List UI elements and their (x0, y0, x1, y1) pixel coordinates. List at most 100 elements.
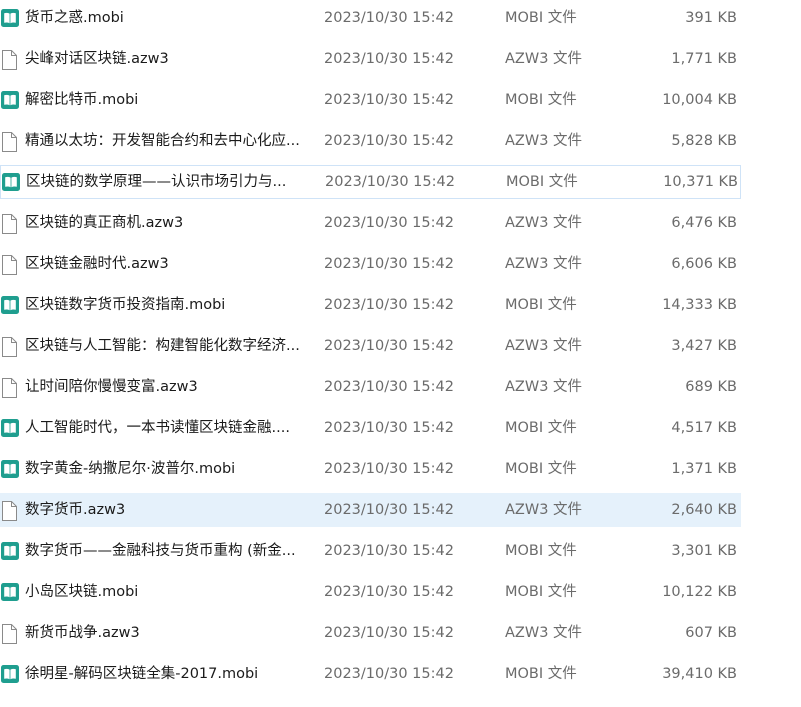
mobi-book-icon (1, 583, 19, 603)
file-name: 精通以太坊：开发智能合约和去中心化应... (25, 133, 300, 149)
file-row[interactable]: 让时间陪你慢慢变富.azw3 2023/10/30 15:42 AZW3 文件 689… (0, 370, 741, 404)
file-row[interactable]: 数字黄金-纳撒尼尔·波普尔.mobi 2023/10/30 15:42 MOBI 文… (0, 452, 741, 486)
file-type: MOBI 文件 (505, 666, 577, 682)
file-size: 10,122 KB (662, 584, 737, 600)
file-size: 6,476 KB (671, 215, 737, 231)
blank-file-icon (1, 501, 19, 521)
file-name: 数字货币——金融科技与货币重构 (新金... (25, 543, 296, 559)
file-size: 14,333 KB (662, 297, 737, 313)
modified-date: 2023/10/30 15:42 (325, 174, 455, 190)
file-size: 689 KB (685, 379, 737, 395)
modified-date: 2023/10/30 15:42 (324, 92, 454, 108)
mobi-book-icon (2, 173, 20, 193)
file-name: 解密比特币.mobi (25, 92, 139, 108)
file-type: MOBI 文件 (505, 461, 577, 477)
file-size: 3,301 KB (671, 543, 737, 559)
blank-file-icon (1, 132, 19, 152)
file-row[interactable]: 人工智能时代，一本书读懂区块链金融.... 2023/10/30 15:42 MOB… (0, 411, 741, 445)
file-row[interactable]: 货币之惑.mobi 2023/10/30 15:42 MOBI 文件 391 KB (0, 1, 741, 35)
file-row[interactable]: 精通以太坊：开发智能合约和去中心化应... 2023/10/30 15:42 AZW… (0, 124, 741, 158)
file-row[interactable]: 区块链与人工智能：构建智能化数字经济... 2023/10/30 15:42 AZW… (0, 329, 741, 363)
file-name: 区块链的真正商机.azw3 (25, 215, 184, 231)
file-row[interactable]: 区块链的真正商机.azw3 2023/10/30 15:42 AZW3 文件 6,47… (0, 206, 741, 240)
file-size: 10,004 KB (662, 92, 737, 108)
file-name: 区块链金融时代.azw3 (25, 256, 169, 272)
file-name: 徐明星-解码区块链全集-2017.mobi (25, 666, 259, 682)
file-type: AZW3 文件 (505, 133, 583, 149)
file-type: AZW3 文件 (505, 215, 583, 231)
file-type: AZW3 文件 (505, 51, 583, 67)
blank-file-icon (1, 337, 19, 357)
file-row[interactable]: 新货币战争.azw3 2023/10/30 15:42 AZW3 文件 607 KB (0, 616, 741, 650)
modified-date: 2023/10/30 15:42 (324, 461, 454, 477)
file-row[interactable]: 尖峰对话区块链.azw3 2023/10/30 15:42 AZW3 文件 1,771… (0, 42, 741, 76)
file-row[interactable]: 区块链的数学原理——认识市场引力与... 2023/10/30 15:42 MOBI… (0, 165, 741, 199)
file-size: 3,427 KB (671, 338, 737, 354)
file-size: 4,517 KB (671, 420, 737, 436)
modified-date: 2023/10/30 15:42 (324, 133, 454, 149)
modified-date: 2023/10/30 15:42 (324, 379, 454, 395)
blank-file-icon (1, 624, 19, 644)
modified-date: 2023/10/30 15:42 (324, 584, 454, 600)
modified-date: 2023/10/30 15:42 (324, 543, 454, 559)
file-size: 10,371 KB (663, 174, 738, 190)
file-size: 2,640 KB (671, 502, 737, 518)
modified-date: 2023/10/30 15:42 (324, 297, 454, 313)
file-name: 让时间陪你慢慢变富.azw3 (25, 379, 198, 395)
file-size: 1,771 KB (671, 51, 737, 67)
mobi-book-icon (1, 542, 19, 562)
file-name: 小岛区块链.mobi (25, 584, 139, 600)
file-name: 区块链与人工智能：构建智能化数字经济... (25, 338, 300, 354)
file-size: 391 KB (685, 10, 737, 26)
mobi-book-icon (1, 665, 19, 685)
file-type: AZW3 文件 (505, 256, 583, 272)
modified-date: 2023/10/30 15:42 (324, 625, 454, 641)
mobi-book-icon (1, 419, 19, 439)
modified-date: 2023/10/30 15:42 (324, 256, 454, 272)
file-size: 39,410 KB (662, 666, 737, 682)
file-row[interactable]: 区块链金融时代.azw3 2023/10/30 15:42 AZW3 文件 6,606… (0, 247, 741, 281)
file-size: 5,828 KB (671, 133, 737, 149)
file-list: 货币之惑.mobi 2023/10/30 15:42 MOBI 文件 391 KB 尖峰… (0, 0, 801, 707)
modified-date: 2023/10/30 15:42 (324, 420, 454, 436)
file-name: 数字货币.azw3 (25, 502, 126, 518)
file-type: MOBI 文件 (505, 420, 577, 436)
file-type: AZW3 文件 (505, 625, 583, 641)
file-size: 607 KB (685, 625, 737, 641)
blank-file-icon (1, 255, 19, 275)
modified-date: 2023/10/30 15:42 (324, 51, 454, 67)
file-type: AZW3 文件 (505, 379, 583, 395)
file-size: 6,606 KB (671, 256, 737, 272)
file-name: 货币之惑.mobi (25, 10, 124, 26)
file-row[interactable]: 数字货币.azw3 2023/10/30 15:42 AZW3 文件 2,640 KB (0, 493, 741, 527)
file-name: 新货币战争.azw3 (25, 625, 140, 641)
file-type: MOBI 文件 (505, 543, 577, 559)
file-type: MOBI 文件 (505, 92, 577, 108)
blank-file-icon (1, 50, 19, 70)
mobi-book-icon (1, 9, 19, 29)
file-name: 区块链的数学原理——认识市场引力与... (26, 174, 287, 190)
file-type: MOBI 文件 (506, 174, 578, 190)
file-name: 区块链数字货币投资指南.mobi (25, 297, 226, 313)
file-type: MOBI 文件 (505, 10, 577, 26)
file-type: AZW3 文件 (505, 502, 583, 518)
file-row[interactable]: 解密比特币.mobi 2023/10/30 15:42 MOBI 文件 10,004 … (0, 83, 741, 117)
modified-date: 2023/10/30 15:42 (324, 666, 454, 682)
file-row[interactable]: 区块链数字货币投资指南.mobi 2023/10/30 15:42 MOBI 文件 1… (0, 288, 741, 322)
modified-date: 2023/10/30 15:42 (324, 215, 454, 231)
modified-date: 2023/10/30 15:42 (324, 502, 454, 518)
blank-file-icon (1, 378, 19, 398)
modified-date: 2023/10/30 15:42 (324, 10, 454, 26)
file-row[interactable]: 小岛区块链.mobi 2023/10/30 15:42 MOBI 文件 10,122 … (0, 575, 741, 609)
file-row[interactable]: 数字货币——金融科技与货币重构 (新金... 2023/10/30 15:42 MO… (0, 534, 741, 568)
file-type: MOBI 文件 (505, 584, 577, 600)
file-size: 1,371 KB (671, 461, 737, 477)
mobi-book-icon (1, 460, 19, 480)
modified-date: 2023/10/30 15:42 (324, 338, 454, 354)
file-name: 数字黄金-纳撒尼尔·波普尔.mobi (25, 461, 236, 477)
file-row[interactable]: 徐明星-解码区块链全集-2017.mobi 2023/10/30 15:42 MOB… (0, 657, 741, 691)
mobi-book-icon (1, 296, 19, 316)
file-type: MOBI 文件 (505, 297, 577, 313)
file-name: 人工智能时代，一本书读懂区块链金融.... (25, 420, 290, 436)
mobi-book-icon (1, 91, 19, 111)
